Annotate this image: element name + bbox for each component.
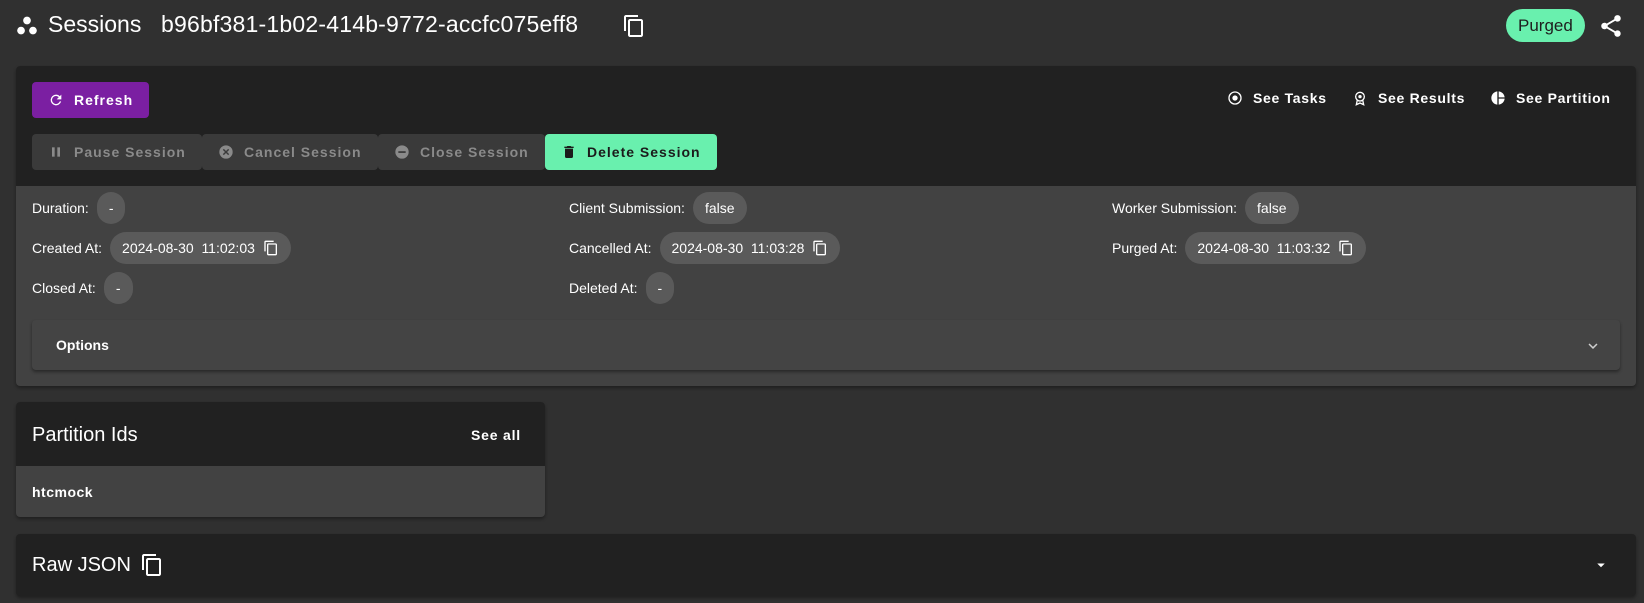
radio-target-icon	[1228, 91, 1242, 105]
refresh-icon	[50, 94, 62, 106]
copy-icon[interactable]	[140, 553, 164, 577]
partition-item[interactable]: htcmock	[32, 484, 93, 500]
see-all-button[interactable]: See all	[471, 427, 521, 443]
client-submission-value: false	[692, 192, 747, 224]
copy-icon[interactable]	[622, 14, 646, 38]
refresh-button[interactable]: Refresh	[32, 82, 150, 118]
client-submission-field: Client Submission: false	[569, 192, 747, 224]
pie-chart-icon	[1491, 91, 1505, 105]
share-icon[interactable]	[1598, 13, 1624, 39]
created-at-label: Created At:	[32, 240, 103, 256]
options-label: Options	[56, 337, 109, 353]
purged-at-field: Purged At: 2024-08-30 11:03:32	[1112, 232, 1367, 264]
client-submission-label: Client Submission:	[569, 200, 685, 216]
deleted-at-label: Deleted At:	[569, 280, 638, 296]
action-bar: Refresh See Tasks See Results See Partit…	[16, 66, 1636, 186]
raw-json-title: Raw JSON	[32, 554, 131, 576]
closed-at-label: Closed At:	[32, 280, 96, 296]
see-partition-button[interactable]: See Partition	[1490, 90, 1611, 106]
cancel-session-button[interactable]: Cancel Session	[202, 134, 378, 170]
cancelled-at-field: Cancelled At: 2024-08-30 11:03:28	[569, 232, 841, 264]
raw-json-expander[interactable]: Raw JSON	[16, 534, 1636, 596]
cancel-session-label: Cancel Session	[244, 144, 362, 160]
trash-icon	[564, 146, 574, 158]
cancelled-at-chip: 2024-08-30 11:03:28	[659, 232, 841, 264]
deleted-at-value: -	[645, 272, 675, 304]
delete-session-button[interactable]: Delete Session	[545, 134, 717, 170]
see-tasks-button[interactable]: See Tasks	[1227, 90, 1327, 106]
delete-session-label: Delete Session	[587, 144, 701, 160]
partition-ids-title: Partition Ids	[32, 424, 138, 446]
cancel-circle-icon	[219, 145, 233, 159]
page-header: Sessions b96bf381-1b02-414b-9772-accfc07…	[0, 0, 1644, 54]
close-session-label: Close Session	[420, 144, 529, 160]
created-at-chip: 2024-08-30 11:02:03	[110, 232, 291, 264]
cancelled-at-value: 2024-08-30 11:03:28	[671, 240, 805, 256]
duration-field: Duration: -	[32, 192, 126, 224]
closed-at-value: -	[103, 272, 133, 304]
close-session-button[interactable]: Close Session	[378, 134, 545, 170]
minus-circle-icon	[395, 145, 409, 159]
see-results-label: See Results	[1378, 90, 1466, 106]
created-at-value: 2024-08-30 11:02:03	[122, 240, 255, 256]
session-card: Refresh See Tasks See Results See Partit…	[16, 66, 1636, 386]
status-badge: Purged	[1506, 9, 1585, 42]
caret-down-icon	[1597, 563, 1605, 568]
purged-at-value: 2024-08-30 11:03:32	[1197, 240, 1331, 256]
refresh-label: Refresh	[74, 92, 134, 108]
partition-ids-header: Partition Ids See all	[16, 402, 545, 466]
copy-icon[interactable]	[812, 239, 828, 257]
session-id: b96bf381-1b02-414b-9772-accfc075eff8	[161, 11, 579, 37]
created-at-field: Created At: 2024-08-30 11:02:03	[32, 232, 291, 264]
pause-icon	[52, 147, 60, 157]
see-tasks-label: See Tasks	[1253, 90, 1327, 106]
see-results-button[interactable]: See Results	[1352, 90, 1465, 106]
chevron-down-icon	[1588, 343, 1598, 349]
purged-at-chip: 2024-08-30 11:03:32	[1185, 232, 1367, 264]
worker-submission-label: Worker Submission:	[1112, 200, 1238, 216]
options-expander[interactable]: Options	[32, 320, 1620, 370]
see-partition-label: See Partition	[1516, 90, 1611, 106]
closed-at-field: Closed At: -	[32, 272, 133, 304]
copy-icon[interactable]	[1338, 239, 1354, 257]
duration-value: -	[96, 192, 126, 224]
pause-session-button[interactable]: Pause Session	[32, 134, 202, 170]
partition-ids-card: Partition Ids See all htcmock	[16, 402, 545, 517]
sessions-icon	[17, 16, 37, 35]
page-title: Sessions	[48, 11, 142, 37]
cancelled-at-label: Cancelled At:	[569, 240, 652, 256]
purged-at-label: Purged At:	[1112, 240, 1178, 256]
pause-session-label: Pause Session	[74, 144, 186, 160]
worker-submission-field: Worker Submission: false	[1112, 192, 1299, 224]
deleted-at-field: Deleted At: -	[569, 272, 675, 304]
copy-icon[interactable]	[263, 239, 279, 257]
award-icon	[1355, 91, 1365, 106]
duration-label: Duration:	[32, 200, 89, 216]
worker-submission-value: false	[1245, 192, 1299, 224]
